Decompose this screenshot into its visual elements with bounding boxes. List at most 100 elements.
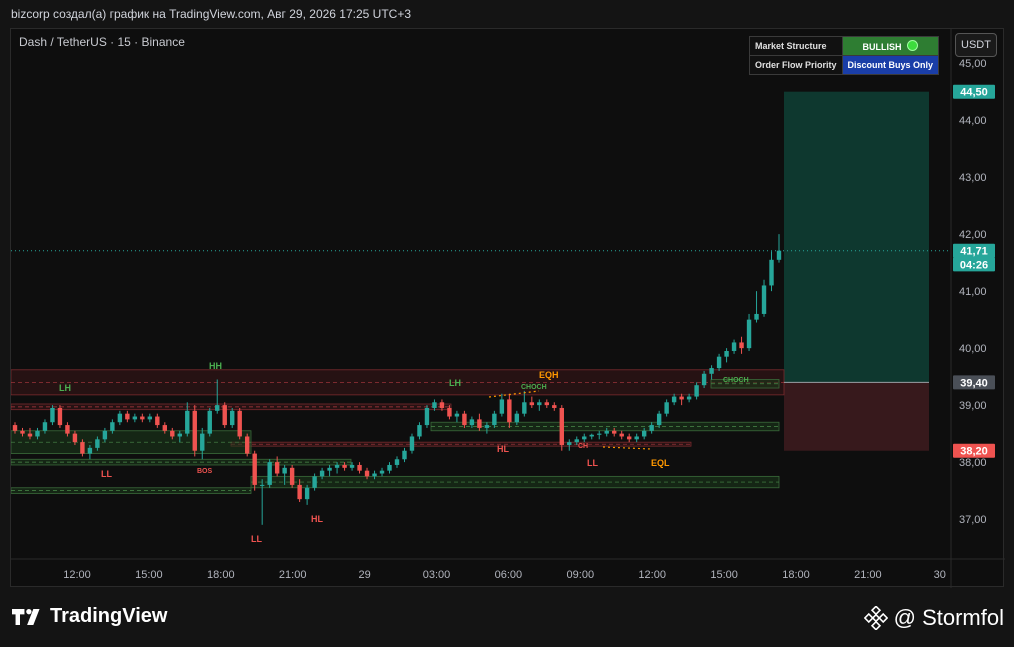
tradingview-logo[interactable]: TradingView [12, 605, 167, 628]
candle-body [514, 413, 520, 423]
candle-body [162, 425, 168, 431]
order-flow-value: Discount Buys Only [841, 55, 940, 75]
price-tick-label: 38,00 [959, 457, 987, 469]
time-tick-label: 15:00 [135, 569, 163, 581]
eql-connector [602, 446, 652, 450]
candle-body [604, 430, 609, 434]
time-tick-label: 09:00 [567, 569, 595, 581]
structure-label: EQH [539, 370, 559, 380]
candle-body [469, 419, 475, 426]
candle-body [619, 433, 624, 437]
candle-body [132, 416, 138, 420]
candle-body [312, 476, 317, 488]
price-badge-text-entry: 39,40 [960, 377, 988, 389]
candle-body [499, 399, 505, 414]
candle-body [244, 436, 250, 454]
candle-body [327, 467, 332, 471]
candle-body [349, 464, 355, 468]
candle-body [409, 436, 415, 451]
candle-body [215, 405, 220, 411]
footer: TradingView @ Stormfol [0, 587, 1014, 647]
candle-body [724, 350, 729, 357]
structure-label: CH [578, 443, 588, 450]
candle-body [492, 413, 497, 426]
candle-body [454, 413, 460, 417]
price-tick-label: 41,00 [959, 286, 987, 298]
candle-body [417, 425, 422, 437]
candle-body [709, 368, 714, 374]
author-credit: @ Stormfol [863, 605, 1004, 631]
structure-label: BOS [197, 468, 213, 475]
currency-button[interactable]: USDT [955, 33, 997, 57]
candle-body [776, 250, 782, 260]
price-tick-label: 44,00 [959, 115, 987, 127]
candle-body [424, 407, 430, 426]
candle-body [739, 342, 744, 349]
candle-body [394, 459, 400, 465]
chart-area[interactable]: LH HH LL BOS LL HL LH CHOCH EQH HL CH LL EQL CHOCH 45,… [10, 28, 1005, 588]
market-structure-text: BULLISH [862, 42, 902, 52]
candle-body [664, 402, 669, 414]
candle-body [641, 430, 647, 437]
candle-body [686, 396, 692, 400]
candle-body [27, 433, 33, 437]
candle-body [597, 433, 602, 435]
target-zone [784, 91, 929, 383]
price-tick-label: 43,00 [959, 172, 987, 184]
candle-body [304, 487, 310, 500]
candle-body [671, 396, 677, 403]
candle-body [237, 410, 242, 437]
candle-body [552, 405, 557, 408]
candle-body [537, 402, 542, 406]
price-badge-text-countdown: 04:26 [960, 259, 988, 271]
candle-body [147, 416, 153, 420]
publish-line: bizcorp создал(а) график на TradingView.… [11, 7, 412, 21]
structure-label: LH [59, 383, 71, 393]
candle-body [507, 399, 512, 423]
candle-body [746, 319, 752, 349]
structure-label: HL [497, 444, 509, 454]
candle-body [230, 410, 235, 426]
candle-body [110, 422, 115, 431]
order-flow-label: Order Flow Priority [749, 55, 843, 75]
candle-body [102, 430, 108, 440]
time-tick-label: 30 [934, 569, 946, 581]
candle-body [125, 413, 130, 420]
candle-body [117, 413, 123, 423]
candle-body [12, 425, 18, 431]
structure-label: EQL [651, 458, 670, 468]
bearish-order-block [230, 441, 692, 447]
candle-body [35, 430, 40, 437]
time-tick-label: 18:00 [207, 569, 235, 581]
candle-body [477, 419, 482, 428]
candle-body [357, 464, 362, 471]
status-dot-icon [907, 40, 919, 51]
candle-body [72, 433, 78, 443]
candle-body [439, 402, 445, 408]
candle-body [484, 425, 490, 428]
candle-body [50, 407, 55, 423]
candle-body [252, 453, 257, 485]
candle-body [716, 356, 722, 369]
candle-body [42, 422, 48, 431]
price-tick-label: 37,00 [959, 514, 987, 526]
candle-body [342, 464, 347, 468]
structure-label: LL [251, 534, 262, 544]
candle-body [769, 259, 774, 286]
candle-body [432, 402, 437, 408]
structure-label: CHOCH [723, 377, 749, 384]
time-tick-label: 21:00 [854, 569, 882, 581]
candle-body [544, 402, 550, 406]
tradingview-logo-text: TradingView [50, 605, 168, 627]
time-tick-label: 18:00 [782, 569, 810, 581]
candle-body [192, 410, 197, 451]
candle-body [701, 373, 707, 386]
structure-label: HL [311, 514, 323, 524]
publish-header: bizcorp создал(а) график на TradingView.… [0, 0, 1014, 28]
candle-body [177, 433, 182, 437]
candle-body [402, 450, 407, 460]
price-chart[interactable]: LH HH LL BOS LL HL LH CHOCH EQH HL CH LL EQL CHOCH 45,… [11, 29, 1005, 588]
candle-body [379, 470, 385, 474]
candle-body [334, 464, 340, 468]
candle-body [282, 467, 287, 474]
